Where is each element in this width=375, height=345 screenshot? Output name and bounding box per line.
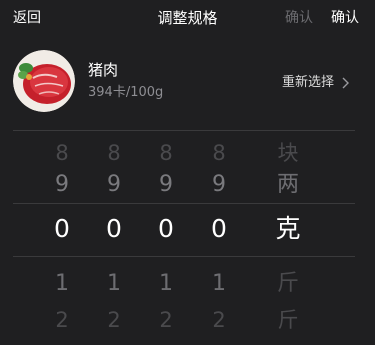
picker-digit: 8 <box>159 141 173 165</box>
picker-selection-top-line <box>13 203 355 204</box>
confirm-button[interactable]: 确认 <box>331 9 359 27</box>
food-info-row: 猪肉 394卡/100g 重新选择 <box>0 50 375 116</box>
reselect-label: 重新选择 <box>282 75 335 90</box>
divider <box>13 130 355 131</box>
food-calorie: 394卡/100g <box>88 85 164 100</box>
picker-digit: 8 <box>212 141 226 165</box>
picker-digit: 9 <box>107 172 121 197</box>
picker-digit-selected: 0 <box>158 214 174 243</box>
confirm-disabled-button: 确认 <box>285 10 313 26</box>
picker-digit-selected: 0 <box>106 214 122 243</box>
picker-digit: 9 <box>159 172 173 197</box>
picker-unit: 斤 <box>276 271 299 296</box>
picker-unit: 两 <box>276 172 299 197</box>
chevron-right-icon <box>342 77 350 88</box>
page-title: 调整规格 <box>157 9 218 27</box>
food-name: 猪肉 <box>88 61 119 79</box>
picker-digit: 9 <box>55 172 69 197</box>
picker-digit: 2 <box>107 308 121 332</box>
picker-digit: 8 <box>107 141 121 165</box>
picker-digit: 1 <box>107 271 121 296</box>
meat-image-icon <box>13 50 75 112</box>
picker-digit: 8 <box>55 141 69 165</box>
picker-digit: 1 <box>55 271 69 296</box>
picker-digit: 2 <box>212 308 226 332</box>
picker-digit-selected: 0 <box>211 214 227 243</box>
picker-digit-selected: 0 <box>54 214 70 243</box>
picker-digit: 2 <box>159 308 173 332</box>
picker-digit: 9 <box>212 172 226 197</box>
picker-unit: 块 <box>277 141 299 165</box>
picker-digit: 2 <box>55 308 69 332</box>
reselect-button[interactable]: 重新选择 <box>282 74 350 91</box>
picker-unit: 斤 <box>277 308 299 332</box>
picker-selection-bottom-line <box>13 256 355 257</box>
picker-digit: 1 <box>159 271 173 296</box>
picker-digit: 1 <box>212 271 226 296</box>
header-bar: 返回 调整规格 确认 确认 <box>0 0 375 38</box>
picker-unit-selected: 克 <box>275 214 301 243</box>
